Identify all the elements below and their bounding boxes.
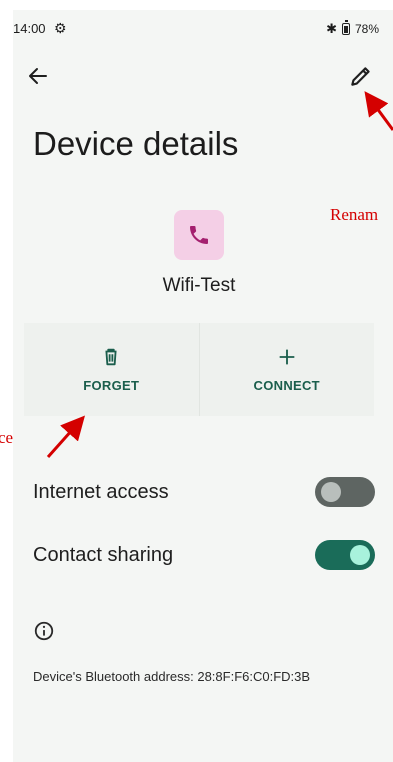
forget-arrow [46,415,85,458]
rename-arrow [364,91,393,131]
annotation-arrows [46,91,393,458]
